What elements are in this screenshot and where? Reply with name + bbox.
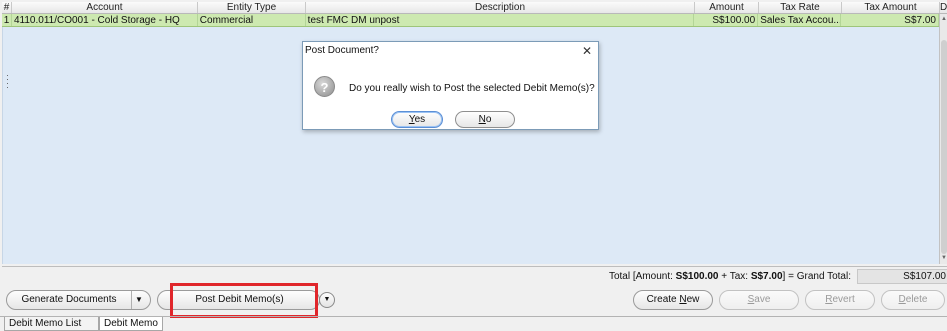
total-tax: S$7.00 — [750, 271, 783, 282]
cell-account[interactable]: 4110.011/CO001 - Cold Storage - HQ — [12, 14, 198, 26]
no-button[interactable]: No — [455, 111, 515, 128]
revert-mnemonic: R — [825, 294, 833, 305]
column-header-description[interactable]: Description — [306, 2, 695, 13]
row-number: 1 — [2, 14, 12, 26]
question-icon: ? — [314, 76, 335, 97]
totals-label: Total [Amount: S$100.00 + Tax: S$7.00] =… — [609, 271, 851, 282]
bottom-toolbar: Generate Documents ▼ Post Debit Memo(s) … — [0, 287, 947, 313]
tab-debit-memo-list[interactable]: Debit Memo List — [4, 317, 99, 331]
vertical-scrollbar[interactable]: ▲ ▼ — [939, 14, 947, 264]
cell-entity-type[interactable]: Commercial — [198, 14, 306, 26]
chevron-down-icon[interactable]: ▼ — [135, 291, 143, 309]
scroll-down-arrow-icon[interactable]: ▼ — [940, 255, 947, 261]
scroll-up-arrow-icon[interactable]: ▲ — [940, 16, 947, 22]
post-options-chevron-down-icon[interactable]: ▼ — [319, 292, 335, 308]
cell-tax-rate[interactable]: Sales Tax Accou... — [758, 14, 842, 26]
revert-label-post: evert — [832, 294, 855, 305]
create-new-label-pre: Create — [646, 294, 680, 305]
close-icon[interactable]: ✕ — [582, 44, 592, 58]
cell-amount[interactable]: S$100.00 — [694, 14, 759, 26]
table-row[interactable]: 1 4110.011/CO001 - Cold Storage - HQ Com… — [2, 14, 939, 27]
revert-button[interactable]: Revert — [805, 290, 875, 310]
dialog-title: Post Document? — [305, 45, 379, 56]
column-header-account[interactable]: Account — [12, 2, 198, 13]
column-header-tax-rate[interactable]: Tax Rate — [759, 2, 842, 13]
save-button[interactable]: Save — [719, 290, 799, 310]
yes-label-rest: es — [414, 114, 426, 125]
total-amount: S$100.00 — [675, 271, 719, 282]
annotation-highlight-box — [170, 283, 318, 318]
totals-suffix: ] = Grand Total: — [782, 271, 851, 282]
grid-header: # Account Entity Type Description Amount… — [2, 2, 947, 14]
tab-bar: Debit Memo List Debit Memo — [0, 316, 947, 331]
tab-debit-memo[interactable]: Debit Memo — [99, 317, 163, 331]
delete-mnemonic: D — [898, 294, 906, 305]
no-mnemonic: N — [478, 114, 486, 125]
split-divider — [131, 291, 132, 309]
totals-prefix: Total [Amount: — [608, 271, 676, 282]
totals-mid: + Tax: — [718, 271, 751, 282]
save-label-post: ave — [754, 294, 771, 305]
grand-total-field: S$107.00 — [857, 269, 947, 284]
cell-description[interactable]: test FMC DM unpost — [306, 14, 695, 26]
grid-resize-grip[interactable]: · · · · — [6, 71, 9, 92]
generate-documents-button[interactable]: Generate Documents ▼ — [6, 290, 151, 310]
column-header-amount[interactable]: Amount — [695, 2, 759, 13]
create-new-button[interactable]: Create New — [633, 290, 713, 310]
create-new-mnemonic: N — [679, 294, 687, 305]
yes-button[interactable]: Yes — [391, 111, 443, 128]
delete-label-post: elete — [905, 294, 928, 305]
dialog-body: ? Do you really wish to Post the selecte… — [303, 60, 598, 129]
dialog-message: Do you really wish to Post the selected … — [349, 83, 595, 94]
column-header-extra[interactable]: D — [940, 2, 947, 13]
column-header-number[interactable]: # — [2, 2, 12, 13]
column-header-entity-type[interactable]: Entity Type — [198, 2, 306, 13]
no-label-rest: o — [485, 114, 492, 125]
delete-button[interactable]: Delete — [881, 290, 945, 310]
generate-documents-label: Generate Documents — [21, 294, 117, 305]
create-new-label-post: ew — [686, 294, 700, 305]
scrollbar-thumb[interactable] — [941, 40, 947, 254]
totals-bar: Total [Amount: S$100.00 + Tax: S$7.00] =… — [2, 266, 947, 286]
cell-tax-amount[interactable]: S$7.00 — [841, 14, 939, 26]
column-header-tax-amount[interactable]: Tax Amount — [842, 2, 940, 13]
post-document-dialog: Post Document? ✕ ? Do you really wish to… — [302, 41, 599, 130]
